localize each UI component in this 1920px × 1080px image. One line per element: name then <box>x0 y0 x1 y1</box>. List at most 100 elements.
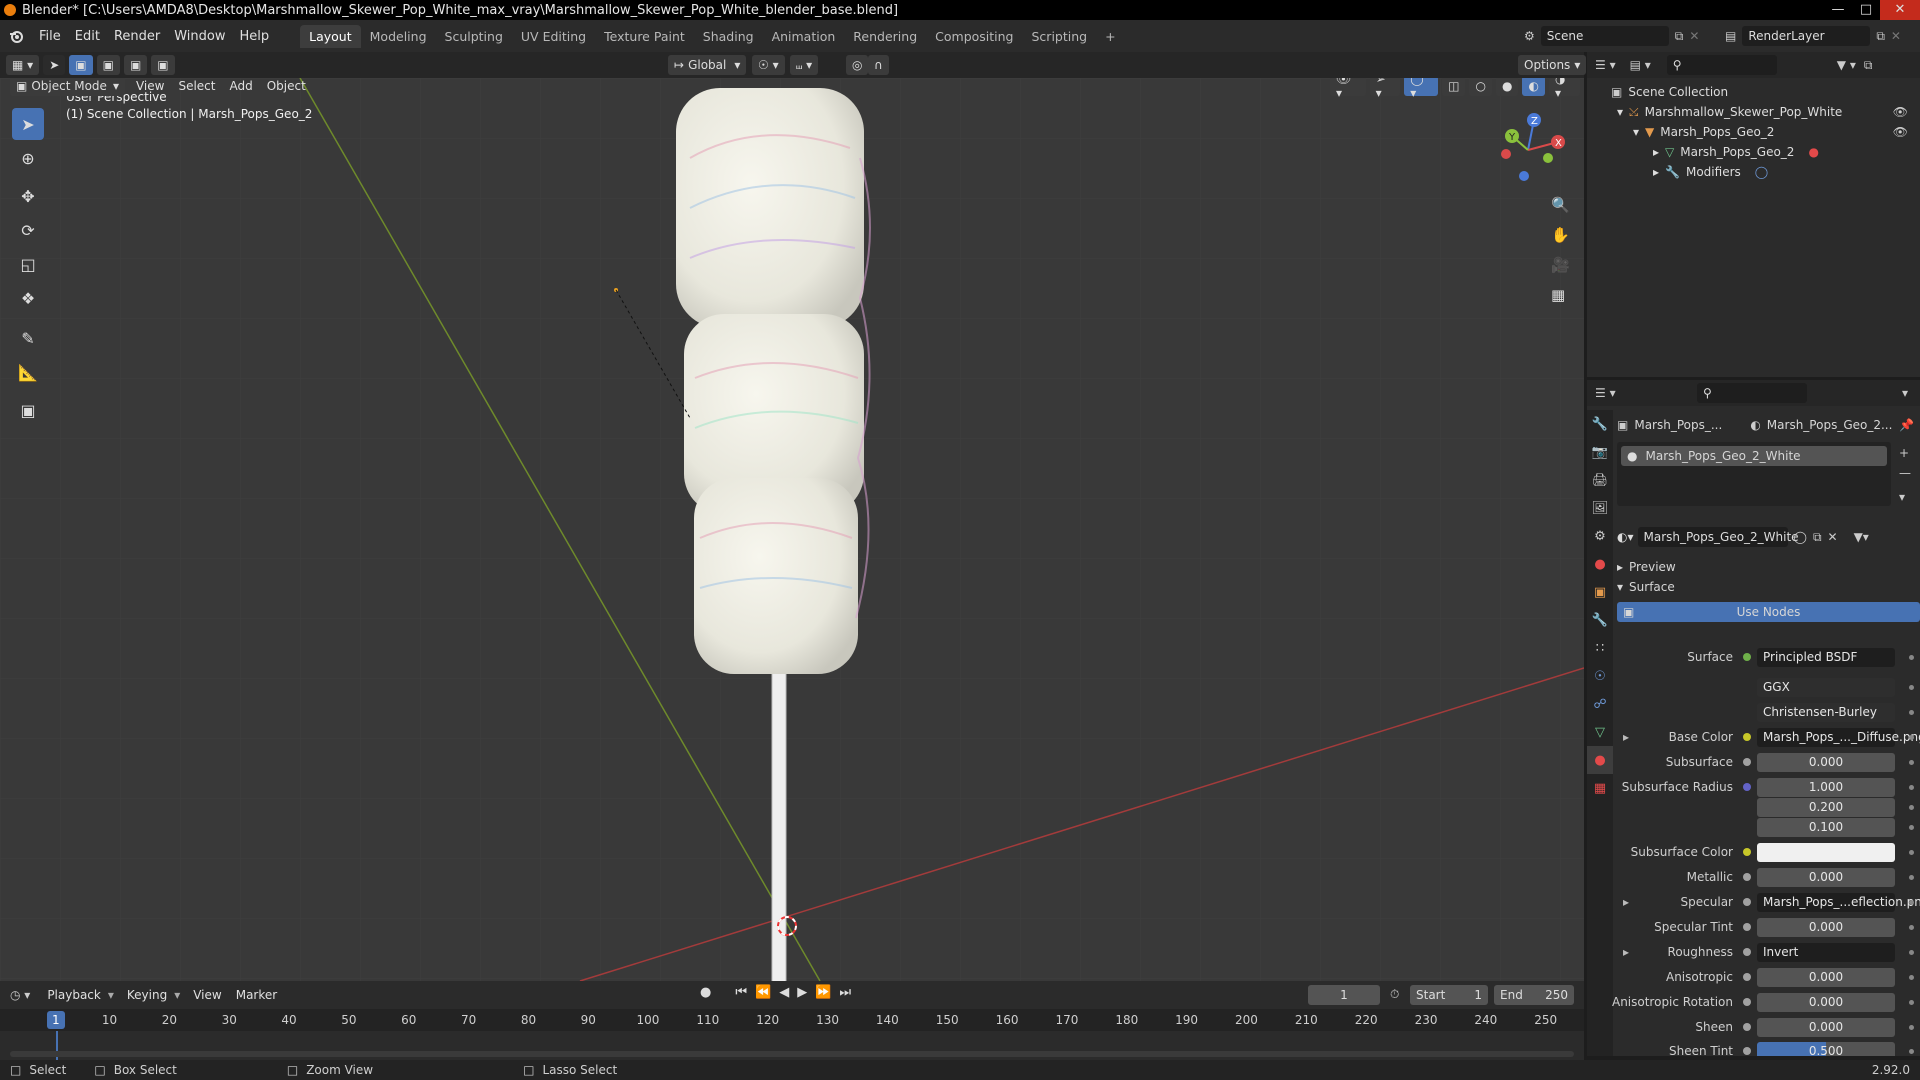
rendered-shading-icon[interactable]: ◑ ▾ <box>1548 78 1581 100</box>
data-tab-icon[interactable]: ▽ <box>1587 718 1613 746</box>
camera-view-icon[interactable]: 🎥 <box>1551 256 1570 274</box>
scene-icon[interactable]: ⚙ <box>1524 29 1535 43</box>
tab-layout[interactable]: Layout <box>300 24 361 48</box>
property-value-field[interactable]: Marsh_Pops_...eflection.png <box>1757 892 1920 912</box>
snap-icon[interactable]: ⧢ ▾ <box>790 55 819 75</box>
render-tab-icon[interactable]: 📷 <box>1587 438 1613 466</box>
keyframe-dot-icon[interactable] <box>1909 709 1914 715</box>
property-value-field[interactable] <box>1757 842 1895 862</box>
keyframe-dot-icon[interactable] <box>1909 654 1914 660</box>
keyframe-dot-icon[interactable] <box>1909 734 1914 740</box>
keyframe-dot-icon[interactable] <box>1909 684 1914 690</box>
annotate-tool-icon[interactable]: ✎ <box>12 322 44 354</box>
constraints-tab-icon[interactable]: ☍ <box>1587 690 1613 718</box>
viewport-menu-view[interactable]: View <box>129 79 171 93</box>
select-box-tool-icon[interactable]: ➤ <box>12 108 44 140</box>
socket-dot-icon[interactable] <box>1743 758 1751 766</box>
render-layer-icon[interactable]: ▤ <box>1725 29 1736 43</box>
tool-tab-icon[interactable]: 🔧 <box>1587 410 1613 438</box>
property-value-field[interactable]: 0.200 <box>1757 797 1895 817</box>
scale-tool-icon[interactable]: ◱ <box>12 248 44 280</box>
property-value-field[interactable]: 0.000 <box>1757 752 1895 772</box>
display-mode-icon[interactable]: ▤ ▾ <box>1630 58 1651 72</box>
new-layer-icon[interactable]: ⧉ <box>1876 29 1885 44</box>
socket-dot-icon[interactable] <box>1743 948 1751 956</box>
new-scene-icon[interactable]: ⧉ <box>1675 29 1684 44</box>
blender-menu-icon[interactable] <box>6 26 26 46</box>
preview-panel-header[interactable]: ▸ Preview <box>1617 557 1920 577</box>
new-collection-icon[interactable]: ⧉ <box>1864 58 1873 73</box>
transform-tool-icon[interactable]: ❖ <box>12 282 44 314</box>
gizmo-icon[interactable]: ➢ ▾ <box>1369 78 1401 100</box>
tab-uv-editing[interactable]: UV Editing <box>512 25 595 48</box>
socket-dot-icon[interactable] <box>1743 998 1751 1006</box>
pan-view-icon[interactable]: ✋ <box>1551 226 1570 244</box>
texture-tab-icon[interactable]: ▦ <box>1587 774 1613 802</box>
property-value-field[interactable]: Invert <box>1757 942 1895 962</box>
select-mode-extend-button[interactable]: ▣ <box>96 55 120 75</box>
close-icon[interactable]: ✕ <box>1880 0 1920 20</box>
socket-dot-icon[interactable] <box>1743 733 1751 741</box>
keyframe-dot-icon[interactable] <box>1909 1048 1914 1054</box>
menu-window[interactable]: Window <box>167 29 232 44</box>
rotate-tool-icon[interactable]: ⟳ <box>12 214 44 246</box>
keyframe-dot-icon[interactable] <box>1909 1024 1914 1030</box>
stopwatch-icon[interactable]: ⏱ <box>1390 987 1399 1002</box>
start-frame-field[interactable]: Start 1 <box>1410 985 1488 1005</box>
socket-dot-icon[interactable] <box>1743 923 1751 931</box>
properties-editor-icon[interactable]: ☰ ▾ <box>1595 386 1616 400</box>
select-mode-subtract-button[interactable]: ▣ <box>123 55 148 75</box>
outliner-scene-collection[interactable]: ▣ Scene Collection <box>1587 82 1920 102</box>
visibility-icon[interactable]: 👁 ▾ <box>1330 78 1366 100</box>
outliner-item-modifiers[interactable]: ▸ 🔧 Modifiers ◯ <box>1587 162 1920 182</box>
property-value-field[interactable]: 0.000 <box>1757 967 1895 987</box>
timeline-scrollbar[interactable] <box>10 1051 1574 1057</box>
fake-user-icon[interactable]: ◯ <box>1794 530 1807 544</box>
socket-dot-icon[interactable] <box>1743 973 1751 981</box>
menu-render[interactable]: Render <box>107 29 167 44</box>
play-icon[interactable]: ▶ <box>797 985 807 1000</box>
select-tool-button[interactable]: ➤ <box>43 55 66 75</box>
output-tab-icon[interactable]: 🖨 <box>1587 466 1613 494</box>
tab-modeling[interactable]: Modeling <box>361 25 436 48</box>
keyframe-dot-icon[interactable] <box>1909 924 1914 930</box>
socket-dot-icon[interactable] <box>1743 1047 1751 1055</box>
expand-icon[interactable]: ▾ <box>1617 105 1623 119</box>
collapse-icon[interactable]: ▸ <box>1653 165 1659 179</box>
filter-icon[interactable]: ▼ ▾ <box>1837 58 1856 72</box>
use-nodes-button[interactable]: ▣ Use Nodes <box>1617 602 1920 622</box>
timeline-menu-keying[interactable]: Keying <box>120 988 174 1002</box>
select-mode-new-button[interactable]: ▣ <box>69 55 93 75</box>
expand-input-icon[interactable]: ▸ <box>1623 945 1629 959</box>
jump-end-icon[interactable]: ⏭ <box>839 985 851 1000</box>
collapse-icon[interactable]: ▸ <box>1653 145 1659 159</box>
jump-start-icon[interactable]: ⏮ <box>735 985 747 1000</box>
socket-dot-icon[interactable] <box>1743 848 1751 856</box>
modifier-tab-icon[interactable]: 🔧 <box>1587 606 1613 634</box>
minimize-icon[interactable]: — <box>1824 0 1852 20</box>
maximize-icon[interactable]: □ <box>1852 0 1880 20</box>
solid-shading-icon[interactable]: ● <box>1495 78 1519 96</box>
socket-dot-icon[interactable] <box>1743 653 1751 661</box>
property-value-field[interactable]: 0.000 <box>1757 917 1895 937</box>
timeline-track-area[interactable] <box>0 1031 1584 1060</box>
outliner-editor-icon[interactable]: ☰ ▾ <box>1595 58 1616 72</box>
tab-rendering[interactable]: Rendering <box>844 25 926 48</box>
tab-animation[interactable]: Animation <box>763 25 845 48</box>
visibility-eye-icon[interactable]: 👁 <box>1893 105 1908 119</box>
pin-icon[interactable]: 📌 <box>1899 418 1914 432</box>
viewport-menu-object[interactable]: Object <box>260 79 313 93</box>
duplicate-material-icon[interactable]: ⧉ <box>1813 530 1822 545</box>
viewport-menu-add[interactable]: Add <box>222 79 259 93</box>
material-shading-icon[interactable]: ◐ <box>1522 78 1545 96</box>
tab-compositing[interactable]: Compositing <box>926 25 1022 48</box>
current-frame-field[interactable]: 1 <box>1308 985 1380 1005</box>
menu-edit[interactable]: Edit <box>68 29 107 44</box>
material-tab-icon[interactable]: ● <box>1587 746 1613 774</box>
outliner-item-geo-object[interactable]: ▾ ▼ Marsh_Pops_Geo_2 👁 <box>1587 122 1920 142</box>
move-tool-icon[interactable]: ✥ <box>12 180 44 212</box>
property-value-field[interactable]: 0.000 <box>1757 992 1895 1012</box>
slot-specials-icon[interactable]: ▾ <box>1899 490 1905 504</box>
property-value-field[interactable]: Christensen-Burley <box>1757 702 1895 722</box>
socket-dot-icon[interactable] <box>1743 873 1751 881</box>
